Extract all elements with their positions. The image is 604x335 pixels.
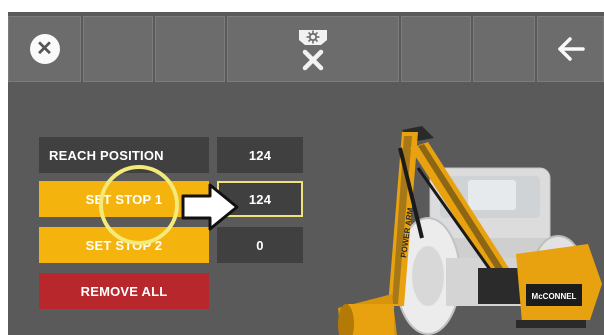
flail-head-cancel-icon xyxy=(299,30,327,71)
mounting-frame-icon: McCONNEL xyxy=(516,244,602,328)
close-button[interactable]: ✕ xyxy=(8,16,81,82)
toolbar-slot-4[interactable] xyxy=(473,16,535,82)
top-toolbar: ✕ xyxy=(8,12,604,86)
svg-text:McCONNEL: McCONNEL xyxy=(532,292,577,301)
remove-all-button[interactable]: REMOVE ALL xyxy=(39,273,209,309)
toolbar-slot-2[interactable] xyxy=(155,16,225,82)
set-stop-2-button[interactable]: SET STOP 2 xyxy=(39,227,209,263)
reach-position-value: 124 xyxy=(217,137,303,173)
control-screen: ✕ REACH POSITION 124 SET STOP 1 124 SET … xyxy=(8,12,604,335)
back-button[interactable] xyxy=(537,16,604,82)
reach-position-label: REACH POSITION xyxy=(39,137,209,173)
flail-head-cancel-button[interactable] xyxy=(227,16,399,82)
flail-head-icon xyxy=(338,294,397,335)
toolbar-slot-1[interactable] xyxy=(83,16,153,82)
hedge-cutter-illustration: POWER ARM McCONNEL xyxy=(338,126,602,335)
stop-2-value: 0 xyxy=(217,227,303,263)
back-arrow-icon xyxy=(557,37,585,61)
toolbar-slot-3[interactable] xyxy=(401,16,471,82)
pointer-arrow-icon xyxy=(181,183,239,231)
close-circle-icon: ✕ xyxy=(29,34,60,64)
